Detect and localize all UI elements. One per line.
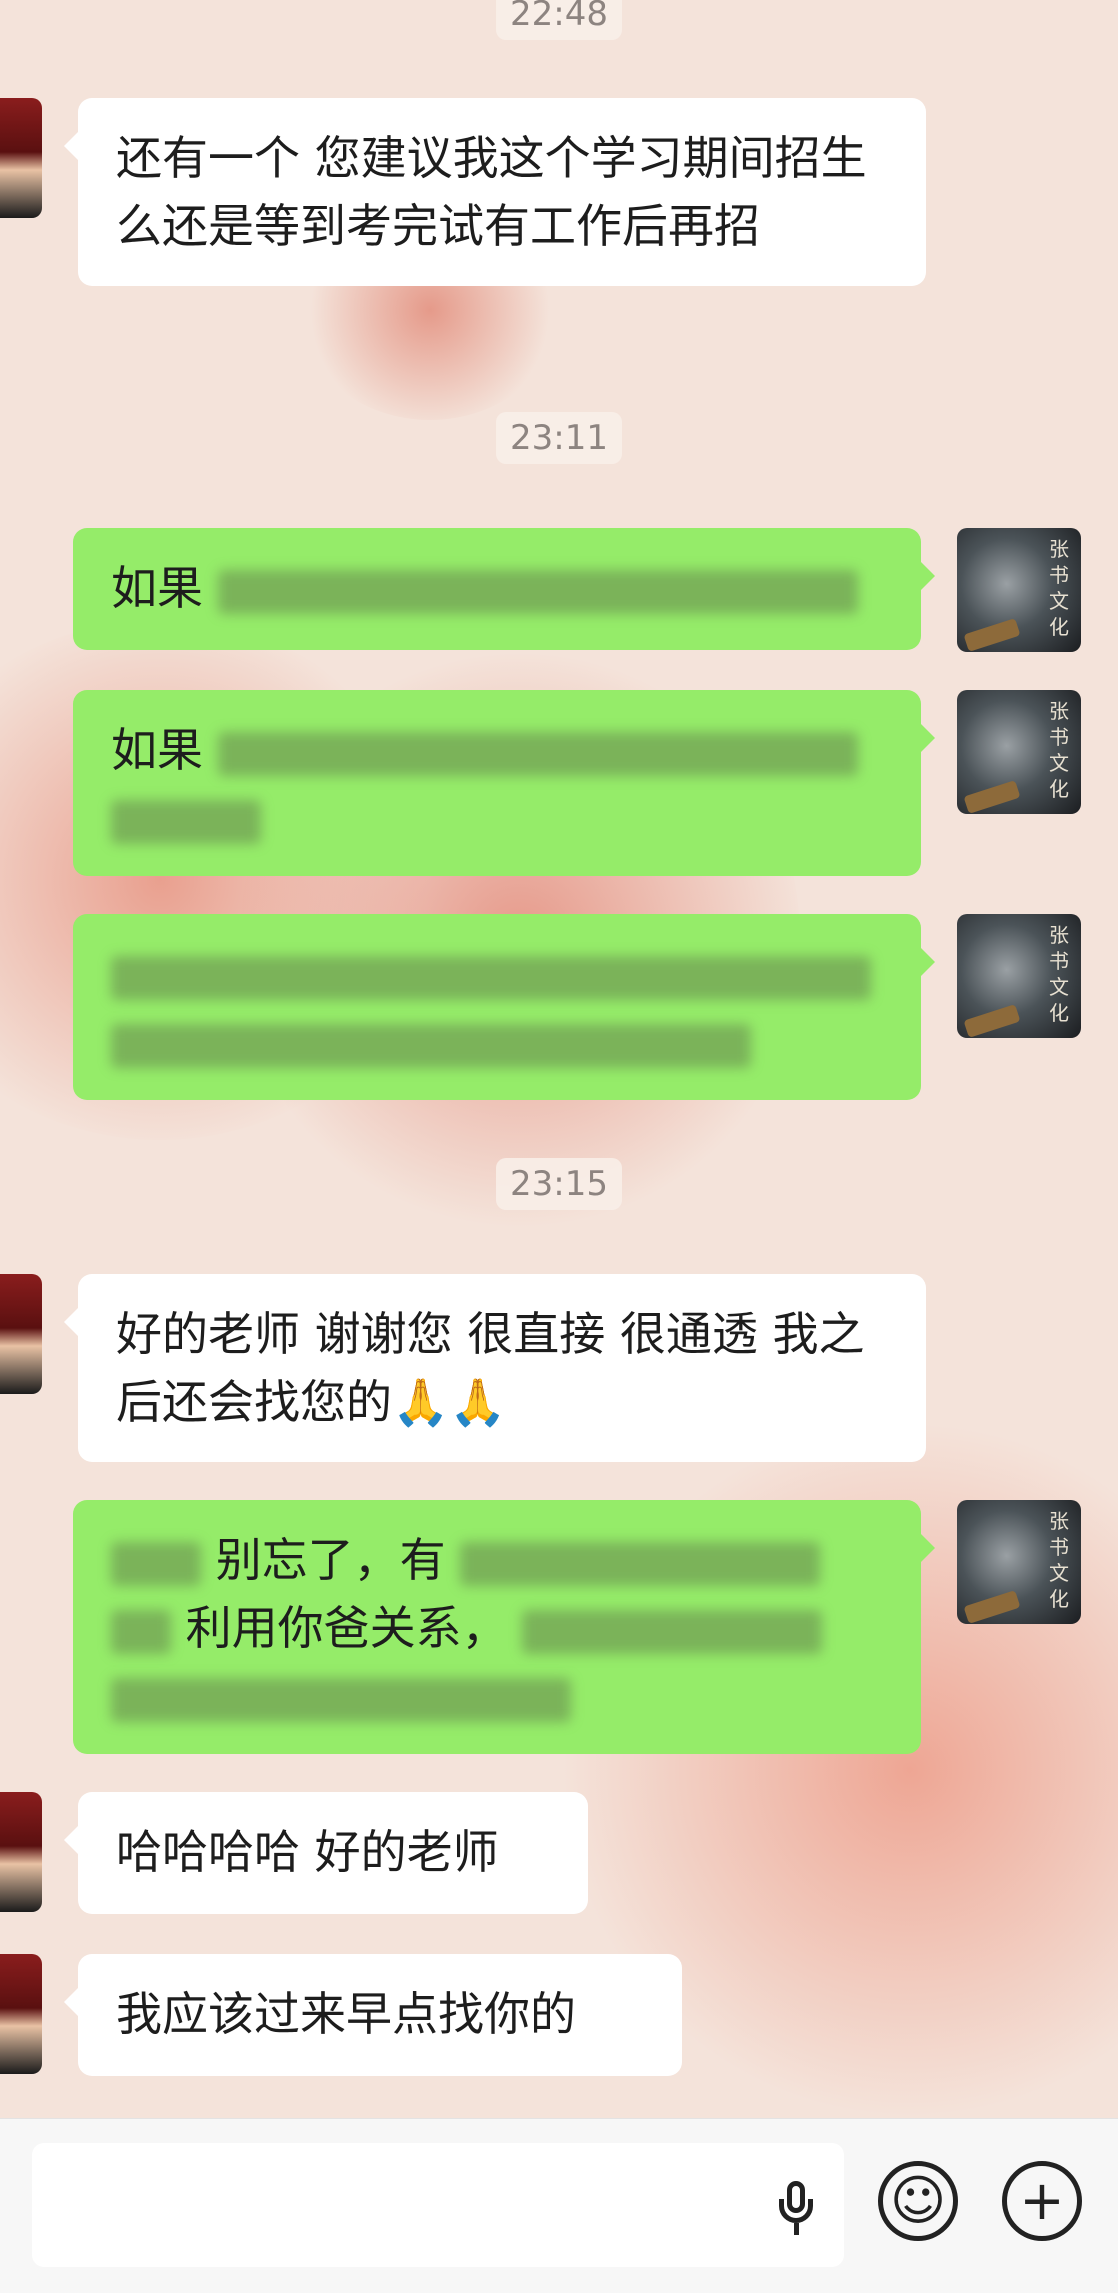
message-bubble[interactable] <box>73 914 935 1100</box>
redacted-text <box>522 1609 823 1654</box>
message-text: 还有一个 您建议我这个学习期间招生么还是等到考完试有工作后再招 <box>116 131 867 253</box>
my-avatar[interactable]: 张书文化 <box>957 914 1081 1038</box>
redacted-text <box>111 955 871 1000</box>
message-text: 哈哈哈哈 好的老师 <box>116 1825 499 1879</box>
my-avatar[interactable]: 张书文化 <box>957 690 1081 814</box>
redacted-text <box>111 1541 201 1586</box>
message-text: 别忘了，有 <box>215 1533 446 1587</box>
message-text: 利用你爸关系， <box>185 1601 508 1655</box>
avatar-calligraphy: 张书文化 <box>1049 923 1069 1025</box>
input-bar: ☺ + <box>0 2118 1118 2293</box>
contact-avatar[interactable] <box>0 1954 42 2074</box>
message-text: 如果 <box>111 561 203 615</box>
message-bubble[interactable]: 如果 <box>73 528 935 650</box>
timestamp: 23:15 <box>496 1158 622 1210</box>
avatar-calligraphy: 张书文化 <box>1049 1509 1069 1611</box>
redacted-text <box>111 799 261 844</box>
redacted-text <box>460 1541 821 1586</box>
message-bubble[interactable]: 如果 <box>73 690 935 876</box>
message-bubble[interactable]: 好的老师 谢谢您 很直接 很通透 我之后还会找您的🙏🙏 <box>64 1274 926 1462</box>
message-bubble[interactable]: 我应该过来早点找你的 <box>64 1954 682 2076</box>
message-text: 我应该过来早点找你的 <box>116 1987 576 2041</box>
message-bubble[interactable]: 还有一个 您建议我这个学习期间招生么还是等到考完试有工作后再招 <box>64 98 926 286</box>
plus-icon[interactable]: + <box>1002 2161 1082 2241</box>
avatar-calligraphy: 张书文化 <box>1049 699 1069 801</box>
timestamp: 22:48 <box>496 0 622 40</box>
contact-avatar[interactable] <box>0 1792 42 1912</box>
scroll-graphic <box>963 780 1021 814</box>
scroll-graphic <box>963 618 1021 652</box>
message-bubble[interactable]: 哈哈哈哈 好的老师 <box>64 1792 588 1914</box>
redacted-text <box>111 1023 751 1068</box>
timestamp: 23:11 <box>496 412 622 464</box>
microphone-icon[interactable] <box>774 2181 820 2237</box>
message-input[interactable] <box>32 2143 844 2267</box>
my-avatar[interactable]: 张书文化 <box>957 1500 1081 1624</box>
message-text: 如果 <box>111 723 203 777</box>
scroll-graphic <box>963 1004 1021 1038</box>
message-bubble[interactable]: 别忘了，有 利用你爸关系， <box>73 1500 935 1754</box>
my-avatar[interactable]: 张书文化 <box>957 528 1081 652</box>
scroll-graphic <box>963 1590 1021 1624</box>
chat-background <box>0 0 1118 2292</box>
emoji-icon[interactable]: ☺ <box>878 2161 958 2241</box>
contact-avatar[interactable] <box>0 1274 42 1394</box>
redacted-text <box>217 731 858 776</box>
contact-avatar[interactable] <box>0 98 42 218</box>
avatar-calligraphy: 张书文化 <box>1049 537 1069 639</box>
redacted-text <box>217 569 858 614</box>
redacted-text <box>111 1609 171 1654</box>
redacted-text <box>111 1677 571 1722</box>
message-text: 好的老师 谢谢您 很直接 很通透 我之后还会找您的🙏🙏 <box>116 1307 865 1429</box>
